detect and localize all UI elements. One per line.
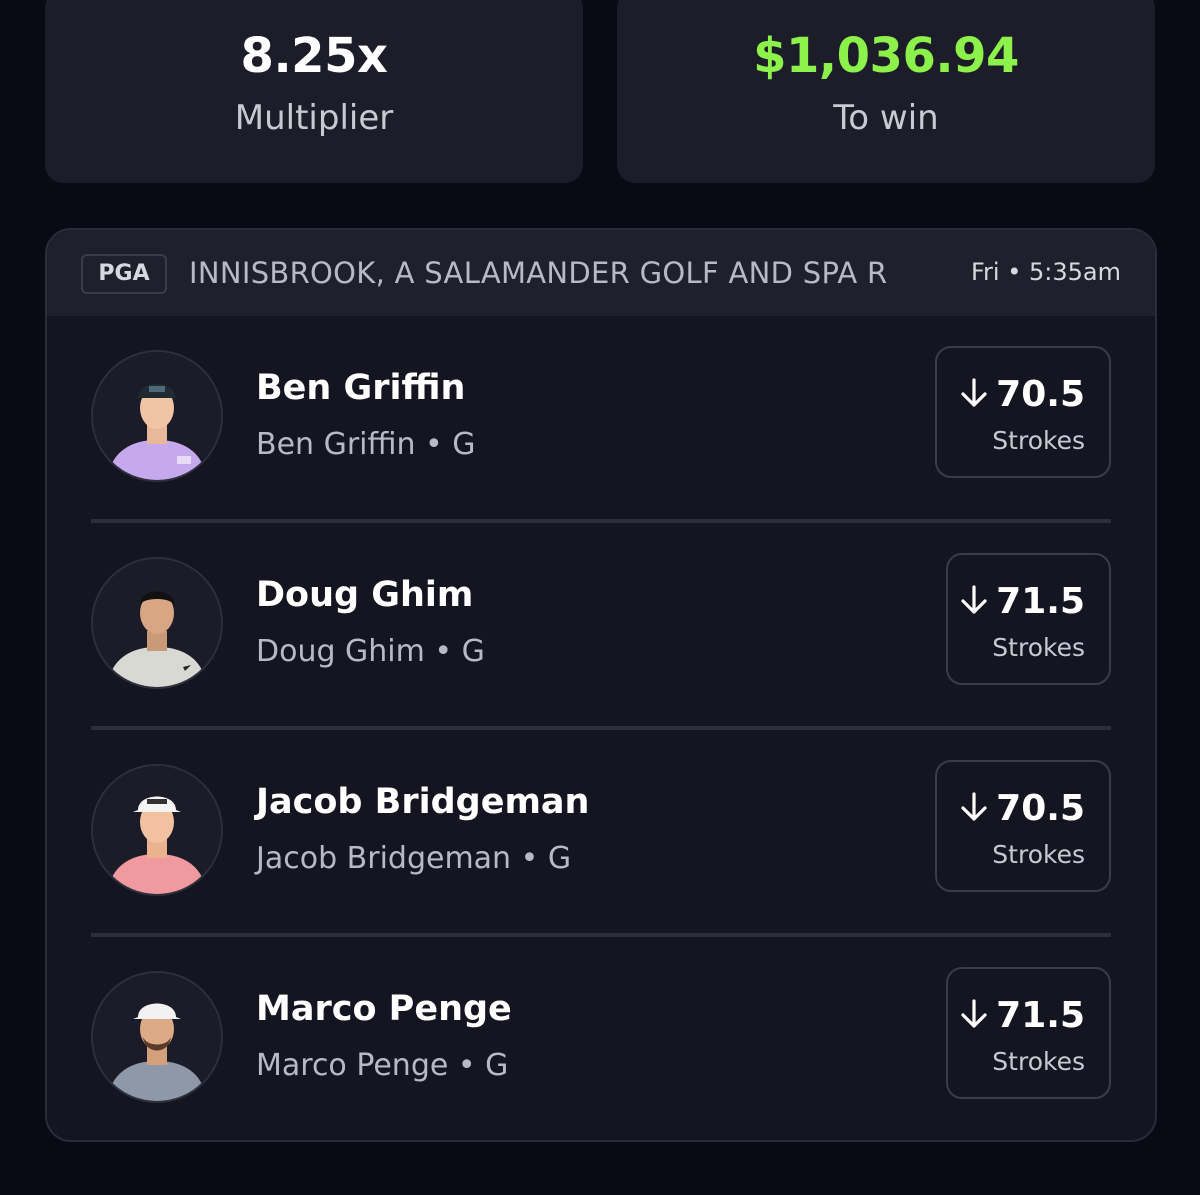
multiplier-label: Multiplier — [234, 98, 394, 138]
player-subtitle: Ben Griffin • G — [256, 427, 476, 462]
arrow-down-icon — [960, 790, 988, 831]
player-avatar — [91, 764, 223, 896]
line-number: 70.5 — [996, 374, 1085, 415]
league-badge: PGA — [81, 254, 167, 294]
pick-row[interactable]: Marco Penge Marco Penge • G 71.5 Strokes — [47, 937, 1155, 1140]
line-button[interactable]: 71.5 Strokes — [946, 553, 1111, 685]
multiplier-card: 8.25x Multiplier — [45, 0, 583, 183]
line-number: 70.5 — [996, 788, 1085, 829]
line-button[interactable]: 70.5 Strokes — [935, 760, 1111, 892]
line-value: 70.5 — [960, 788, 1085, 831]
to-win-label: To win — [833, 98, 939, 138]
player-subtitle: Doug Ghim • G — [256, 634, 485, 669]
player-name: Doug Ghim — [256, 575, 474, 615]
line-number: 71.5 — [996, 581, 1085, 622]
line-stat: Strokes — [992, 840, 1085, 869]
to-win-card: $1,036.94 To win — [617, 0, 1155, 183]
player-subtitle: Marco Penge • G — [256, 1048, 509, 1083]
player-avatar — [91, 971, 223, 1103]
event-time: Fri • 5:35am — [971, 258, 1121, 286]
player-name: Marco Penge — [256, 989, 512, 1029]
player-name: Ben Griffin — [256, 368, 466, 408]
line-value: 70.5 — [960, 374, 1085, 417]
event-header: PGA INNISBROOK, A SALAMANDER GOLF AND SP… — [47, 230, 1155, 316]
line-value: 71.5 — [960, 995, 1085, 1038]
line-stat: Strokes — [992, 426, 1085, 455]
player-subtitle: Jacob Bridgeman • G — [256, 841, 572, 876]
player-avatar — [91, 557, 223, 689]
page: 8.25x Multiplier $1,036.94 To win PGA IN… — [0, 0, 1200, 1195]
arrow-down-icon — [960, 376, 988, 417]
picks-card: PGA INNISBROOK, A SALAMANDER GOLF AND SP… — [45, 228, 1157, 1142]
arrow-down-icon — [960, 997, 988, 1038]
line-button[interactable]: 70.5 Strokes — [935, 346, 1111, 478]
pick-row[interactable]: Ben Griffin Ben Griffin • G 70.5 Strokes — [47, 316, 1155, 523]
pick-row[interactable]: Doug Ghim Doug Ghim • G 71.5 Strokes — [47, 523, 1155, 730]
line-value: 71.5 — [960, 581, 1085, 624]
line-stat: Strokes — [992, 1047, 1085, 1076]
arrow-down-icon — [960, 583, 988, 624]
to-win-value: $1,036.94 — [753, 28, 1019, 84]
line-number: 71.5 — [996, 995, 1085, 1036]
line-stat: Strokes — [992, 633, 1085, 662]
multiplier-value: 8.25x — [240, 28, 388, 84]
player-name: Jacob Bridgeman — [256, 782, 590, 822]
event-name: INNISBROOK, A SALAMANDER GOLF AND SPA R — [189, 256, 888, 290]
line-button[interactable]: 71.5 Strokes — [946, 967, 1111, 1099]
player-avatar — [91, 350, 223, 482]
pick-row[interactable]: Jacob Bridgeman Jacob Bridgeman • G 70.5… — [47, 730, 1155, 937]
